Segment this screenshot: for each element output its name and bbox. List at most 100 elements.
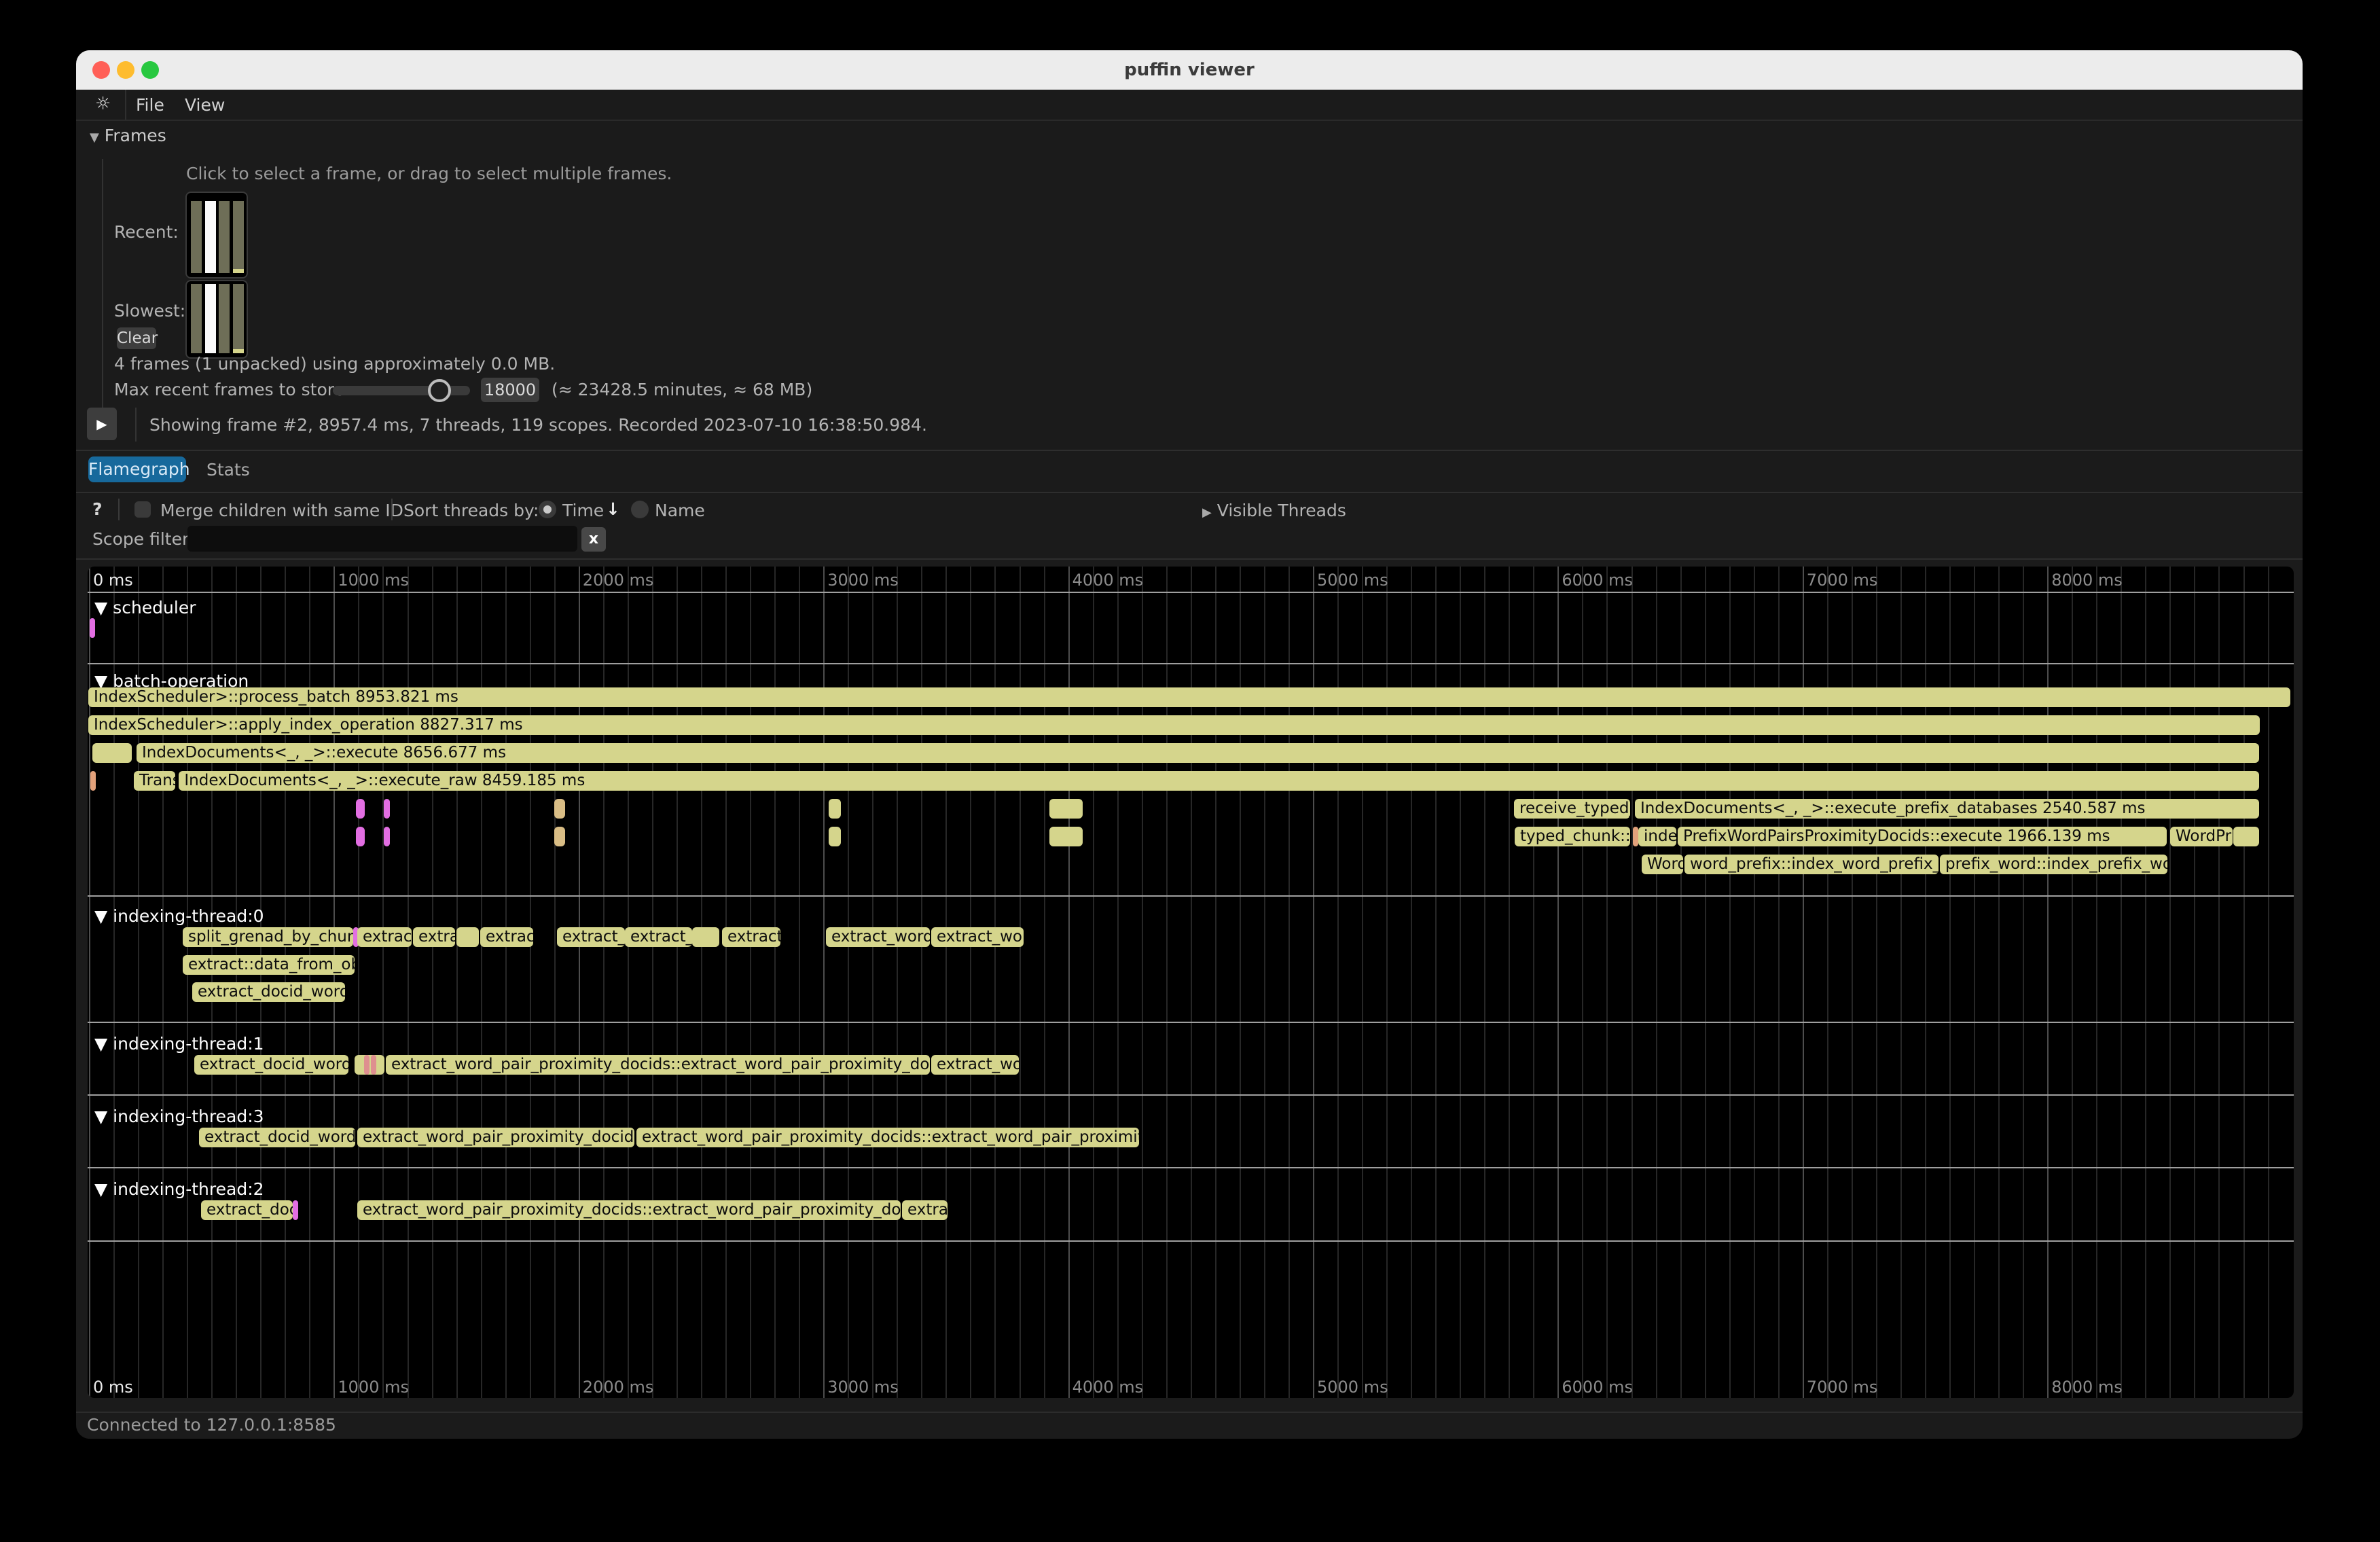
flame-bar[interactable]: IndexScheduler>::apply_index_operation 8… bbox=[88, 715, 2260, 735]
menu-view[interactable]: View bbox=[185, 95, 225, 115]
flame-bar[interactable] bbox=[356, 799, 365, 819]
flame-bar[interactable] bbox=[384, 799, 390, 819]
flame-bar[interactable] bbox=[293, 1200, 298, 1220]
flame-bar[interactable]: extract_wo bbox=[931, 927, 1024, 947]
help-button[interactable]: ? bbox=[92, 500, 103, 519]
frame-bar[interactable] bbox=[191, 284, 202, 353]
scope-filter-input[interactable] bbox=[187, 526, 577, 552]
flame-bar[interactable]: index bbox=[1638, 827, 1676, 846]
max-frames-value[interactable]: 18000 bbox=[481, 378, 539, 402]
sort-time-radio[interactable] bbox=[539, 501, 556, 518]
flame-bar[interactable]: extrac bbox=[902, 1200, 948, 1220]
scope-filter-label: Scope filter: bbox=[92, 530, 194, 549]
flame-bar[interactable] bbox=[554, 799, 565, 819]
axis-tick-label: 4000 ms bbox=[1072, 1378, 1144, 1397]
thread-section-label[interactable]: ▼ scheduler bbox=[94, 598, 196, 617]
flame-bar[interactable]: extract_wo bbox=[931, 1055, 1019, 1075]
flame-bar[interactable]: extract_word_pair_proximity_docids bbox=[357, 1128, 634, 1147]
flame-bar[interactable]: extract_ bbox=[557, 927, 625, 947]
flame-bar[interactable] bbox=[456, 927, 479, 947]
flame-bar[interactable] bbox=[356, 827, 365, 846]
frame-bar[interactable] bbox=[191, 201, 202, 273]
divider bbox=[76, 492, 2303, 493]
app-window: puffin viewer ☼ File View ▼ Frames Click… bbox=[76, 50, 2303, 1439]
showing-frame-text: Showing frame #2, 8957.4 ms, 7 threads, … bbox=[149, 416, 927, 435]
sort-time-label[interactable]: Time bbox=[562, 501, 604, 520]
flame-bar[interactable]: extract_docid_word bbox=[192, 982, 345, 1002]
axis-separator bbox=[88, 592, 2294, 593]
flame-bar[interactable]: Trans bbox=[134, 771, 175, 791]
flame-bar[interactable]: extract_docid_word bbox=[194, 1055, 348, 1075]
frame-bar[interactable] bbox=[205, 201, 216, 273]
flame-bar[interactable] bbox=[364, 1055, 369, 1075]
play-button[interactable]: ▶ bbox=[87, 408, 117, 440]
frames-section-header[interactable]: ▼ Frames bbox=[90, 126, 166, 147]
flame-bar[interactable] bbox=[90, 771, 96, 791]
flame-bar[interactable]: IndexDocuments<_, _>::execute_raw 8459.1… bbox=[179, 771, 2259, 791]
clear-button[interactable]: Clear bbox=[117, 327, 156, 349]
flame-bar[interactable]: extract_word bbox=[826, 927, 930, 947]
tab-flamegraph[interactable]: Flamegraph bbox=[88, 456, 186, 482]
flame-bar[interactable]: IndexDocuments<_, _>::execute 8656.677 m… bbox=[137, 743, 2259, 763]
frame-bar[interactable] bbox=[219, 201, 230, 273]
divider bbox=[76, 1412, 2303, 1413]
thread-section-label[interactable]: ▼ indexing-thread:3 bbox=[94, 1107, 264, 1126]
theme-toggle-icon[interactable]: ☼ bbox=[95, 94, 111, 114]
flame-bar[interactable] bbox=[554, 827, 565, 846]
flame-bar[interactable] bbox=[384, 827, 390, 846]
merge-children-checkbox[interactable] bbox=[134, 501, 151, 518]
flame-bar[interactable]: extract_word_pair_proximity_docids::extr… bbox=[357, 1200, 901, 1220]
sort-name-label[interactable]: Name bbox=[655, 501, 705, 520]
thread-section-label[interactable]: ▼ indexing-thread:2 bbox=[94, 1179, 264, 1199]
frame-bar[interactable] bbox=[205, 284, 216, 353]
flame-bar[interactable] bbox=[355, 1055, 384, 1075]
flame-bar[interactable] bbox=[1049, 827, 1083, 846]
flame-bar[interactable]: word_prefix::index_word_prefix_ bbox=[1684, 855, 1939, 874]
flame-bar[interactable]: extract_word_pair_proximity_docids::extr… bbox=[386, 1055, 930, 1075]
flame-bar[interactable] bbox=[829, 799, 841, 819]
tab-stats[interactable]: Stats bbox=[206, 461, 250, 480]
flame-bar[interactable] bbox=[829, 827, 841, 846]
collapse-triangle-icon: ▼ bbox=[90, 130, 99, 145]
flame-bar[interactable] bbox=[371, 1055, 376, 1075]
recent-frames-thumbnail[interactable] bbox=[185, 192, 248, 279]
thread-section-label[interactable]: ▼ indexing-thread:0 bbox=[94, 906, 264, 926]
flame-bar[interactable]: split_grenad_by_chun bbox=[183, 927, 353, 947]
flame-bar[interactable]: extract bbox=[357, 927, 412, 947]
flame-bar[interactable] bbox=[2233, 827, 2259, 846]
titlebar[interactable]: puffin viewer bbox=[76, 50, 2303, 90]
clear-filter-button[interactable]: x bbox=[581, 527, 606, 552]
flame-bar[interactable] bbox=[1049, 799, 1083, 819]
flame-bar[interactable]: extract_doc bbox=[201, 1200, 293, 1220]
flame-bar[interactable]: extract_word_pair_proximity_docids::extr… bbox=[636, 1128, 1139, 1147]
sort-direction-arrow-icon[interactable]: ↓ bbox=[606, 500, 620, 519]
flame-bar[interactable] bbox=[90, 618, 95, 638]
flame-bar[interactable] bbox=[92, 743, 132, 763]
flame-bar[interactable]: IndexScheduler>::process_batch 8953.821 … bbox=[88, 687, 2290, 707]
flame-bar[interactable]: IndexDocuments<_, _>::execute_prefix_dat… bbox=[1635, 799, 2259, 819]
flame-bar[interactable]: receive_typed_ bbox=[1514, 799, 1630, 819]
frame-bar[interactable] bbox=[233, 284, 244, 353]
frame-bar[interactable] bbox=[233, 201, 244, 273]
visible-threads-header[interactable]: ▶ Visible Threads bbox=[1202, 501, 1346, 522]
flame-bar[interactable]: extract_ bbox=[625, 927, 692, 947]
flamegraph-canvas[interactable]: 0 ms0 ms1000 ms1000 ms2000 ms2000 ms3000… bbox=[88, 567, 2294, 1398]
flame-bar[interactable]: typed_chunk::w bbox=[1515, 827, 1630, 846]
slider-knob[interactable] bbox=[428, 379, 451, 402]
flame-bar[interactable]: extract::data_from_ob bbox=[183, 955, 355, 975]
thread-section-label[interactable]: ▼ indexing-thread:1 bbox=[94, 1034, 264, 1054]
flame-bar[interactable]: WordPr bbox=[2170, 827, 2233, 846]
flame-bar[interactable] bbox=[1633, 827, 1638, 846]
flame-bar[interactable]: Word bbox=[1642, 855, 1683, 874]
slowest-frames-thumbnail[interactable] bbox=[185, 280, 248, 359]
flame-bar[interactable] bbox=[692, 927, 719, 947]
flame-bar[interactable]: extract_docid_word bbox=[199, 1128, 355, 1147]
flame-bar[interactable]: prefix_word::index_prefix_wo bbox=[1940, 855, 2167, 874]
flame-bar[interactable]: extra bbox=[413, 927, 455, 947]
sort-name-radio[interactable] bbox=[631, 501, 649, 518]
menu-file[interactable]: File bbox=[136, 95, 164, 115]
frame-bar[interactable] bbox=[219, 284, 230, 353]
flame-bar[interactable]: extrac bbox=[480, 927, 533, 947]
flame-bar[interactable]: PrefixWordPairsProximityDocids::execute … bbox=[1678, 827, 2167, 846]
flame-bar[interactable]: extract bbox=[722, 927, 780, 947]
